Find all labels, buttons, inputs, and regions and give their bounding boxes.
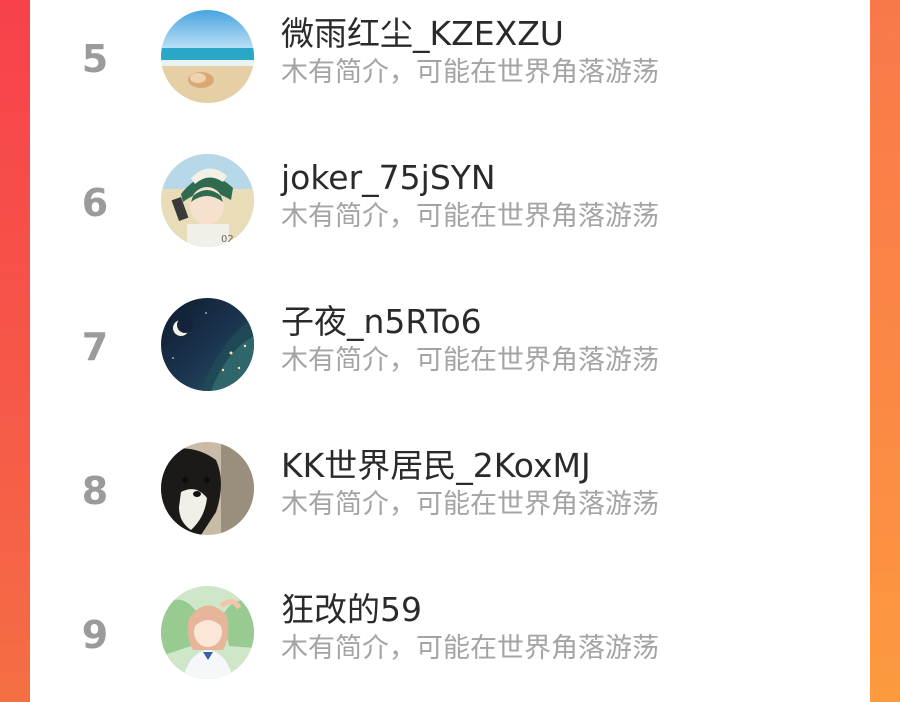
user-bio: 木有简介，可能在世界角落游荡 xyxy=(281,201,659,232)
beach-shell-avatar[interactable] xyxy=(161,10,254,103)
leaderboard-row[interactable]: 6 02 joker_75jSYN 木有简介，可能在世界角落游荡 xyxy=(30,144,870,288)
leaderboard-row[interactable]: 9 狂改的59 木有简介，可能在世界角落游荡 xyxy=(30,576,870,702)
username[interactable]: 狂改的59 xyxy=(281,590,422,630)
page-background-right xyxy=(870,0,900,702)
user-bio: 木有简介，可能在世界角落游荡 xyxy=(281,633,659,664)
user-bio: 木有简介，可能在世界角落游荡 xyxy=(281,345,659,376)
user-bio: 木有简介，可能在世界角落游荡 xyxy=(281,489,659,520)
username[interactable]: KK世界居民_2KoxMJ xyxy=(281,446,591,486)
rank-number: 7 xyxy=(81,325,109,369)
page-background-left xyxy=(0,0,30,702)
rank-number: 9 xyxy=(81,613,109,657)
border-collie-avatar[interactable] xyxy=(161,442,254,535)
leaderboard-row[interactable]: 7 子夜_n5RTo6 木有简介，可能在世界角落游荡 xyxy=(30,288,870,432)
leaderboard-row[interactable]: 8 KK世界居民_2KoxMJ 木有简介，可能在世界角落游荡 xyxy=(30,432,870,576)
leaderboard-row[interactable]: 5 微雨红尘_KZEXZU 木有简介，可能在世界角落游荡 xyxy=(30,0,870,144)
night-sky-avatar[interactable] xyxy=(161,298,254,391)
user-bio: 木有简介，可能在世界角落游荡 xyxy=(281,57,659,88)
username[interactable]: joker_75jSYN xyxy=(281,158,496,198)
username[interactable]: 子夜_n5RTo6 xyxy=(281,302,482,342)
leaderboard-card: 5 微雨红尘_KZEXZU 木有简介，可能在世界角落游荡 6 02 joker_… xyxy=(30,0,870,702)
svg-text:02: 02 xyxy=(221,234,234,245)
anime-girl-avatar[interactable] xyxy=(161,586,254,679)
rank-number: 6 xyxy=(81,181,109,225)
anime-boy-cap-avatar[interactable]: 02 xyxy=(161,154,254,247)
rank-number: 5 xyxy=(81,37,109,81)
rank-number: 8 xyxy=(81,469,109,513)
username[interactable]: 微雨红尘_KZEXZU xyxy=(281,14,564,54)
